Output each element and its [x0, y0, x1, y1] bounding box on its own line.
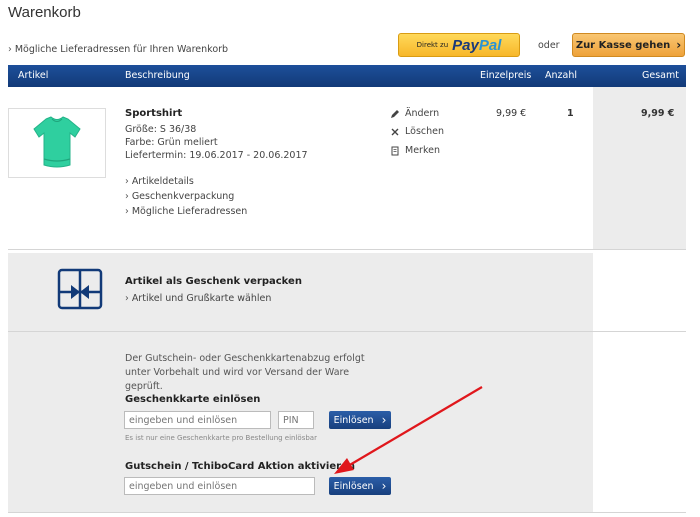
annotation-arrow [334, 386, 483, 474]
